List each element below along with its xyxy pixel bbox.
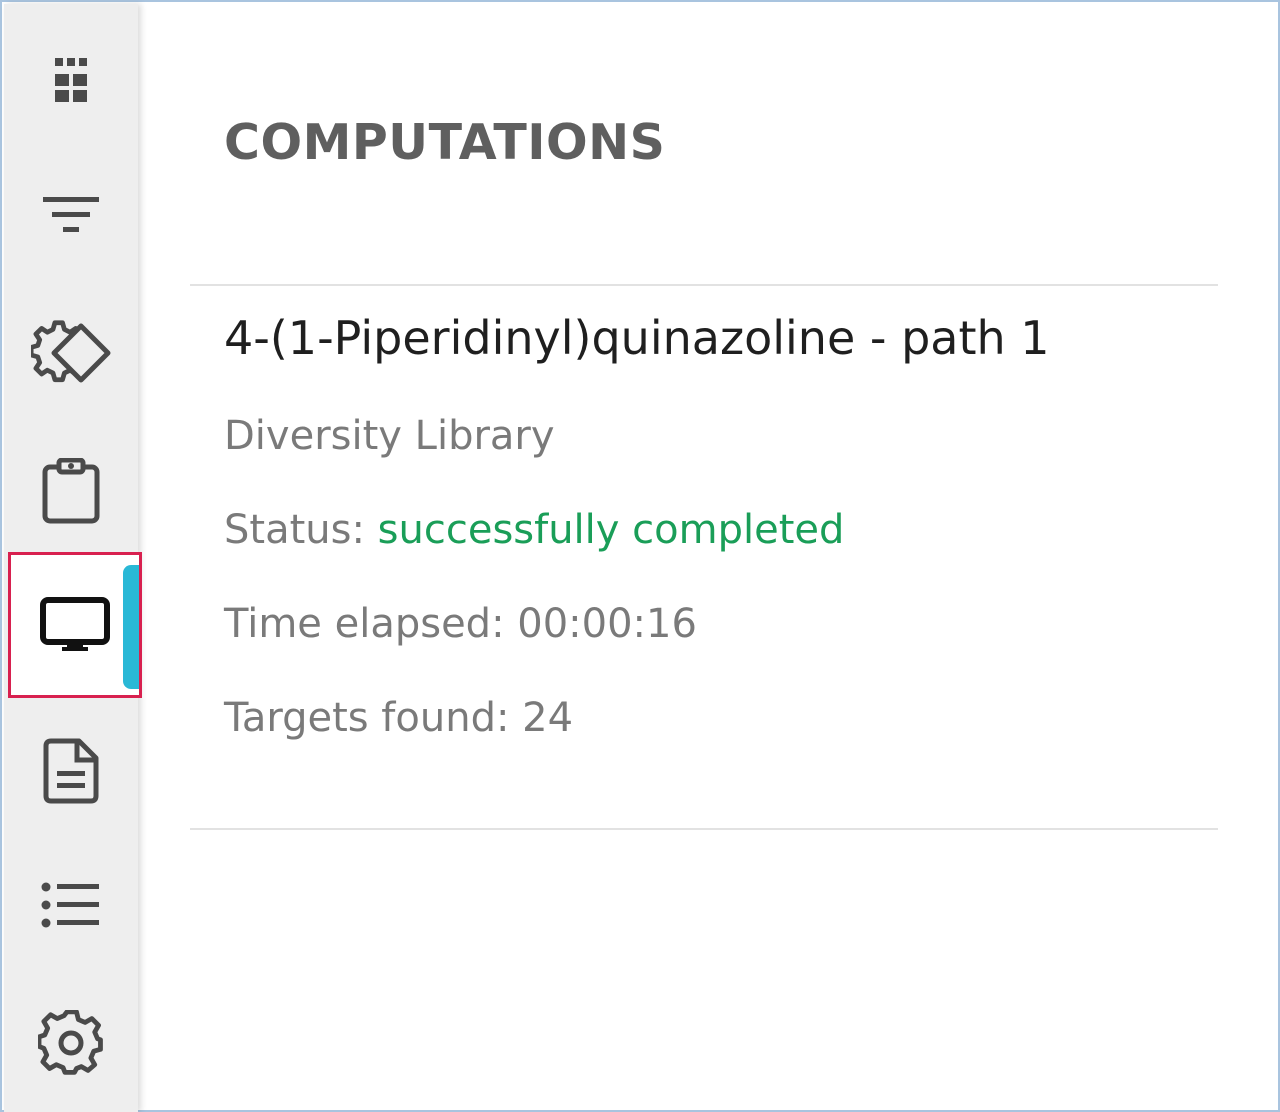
status-value: successfully completed xyxy=(377,507,845,553)
computation-status: Status: successfully completed xyxy=(224,506,844,554)
app-window: COMPUTATIONS 4-(1-Piperidinyl)quinazolin… xyxy=(0,0,1280,1112)
filter-icon xyxy=(43,195,99,235)
computation-title: 4-(1-Piperidinyl)quinazoline - path 1 xyxy=(224,311,1050,365)
status-label: Status: xyxy=(224,507,365,553)
main-content: COMPUTATIONS 4-(1-Piperidinyl)quinazolin… xyxy=(190,2,1218,1112)
sidebar-item-documents[interactable] xyxy=(4,702,138,840)
gear-icon xyxy=(38,1010,104,1076)
computation-targets-found: Targets found: 24 xyxy=(224,695,574,741)
monitor-icon xyxy=(40,597,110,653)
computation-library: Diversity Library xyxy=(224,413,555,459)
sidebar-item-dashboard[interactable] xyxy=(4,12,138,150)
gear-diamond-icon xyxy=(31,320,111,386)
sidebar-item-settings[interactable] xyxy=(4,974,138,1112)
computation-time-elapsed: Time elapsed: 00:00:16 xyxy=(224,601,697,647)
page-title: COMPUTATIONS xyxy=(224,114,666,171)
grid-icon xyxy=(51,54,91,108)
computation-card[interactable]: 4-(1-Piperidinyl)quinazoline - path 1 Di… xyxy=(224,308,1204,741)
active-indicator xyxy=(123,565,139,689)
sidebar-item-configuration[interactable] xyxy=(4,284,138,422)
document-icon xyxy=(43,738,99,804)
sidebar xyxy=(4,4,142,1112)
sidebar-item-tasks[interactable] xyxy=(4,422,138,560)
sidebar-item-list[interactable] xyxy=(4,836,138,974)
divider-top xyxy=(190,284,1218,286)
sidebar-item-filters[interactable] xyxy=(4,146,138,284)
clipboard-icon xyxy=(42,458,100,524)
divider-bottom xyxy=(190,828,1218,830)
list-icon xyxy=(41,881,101,929)
sidebar-item-computations[interactable] xyxy=(8,552,142,698)
